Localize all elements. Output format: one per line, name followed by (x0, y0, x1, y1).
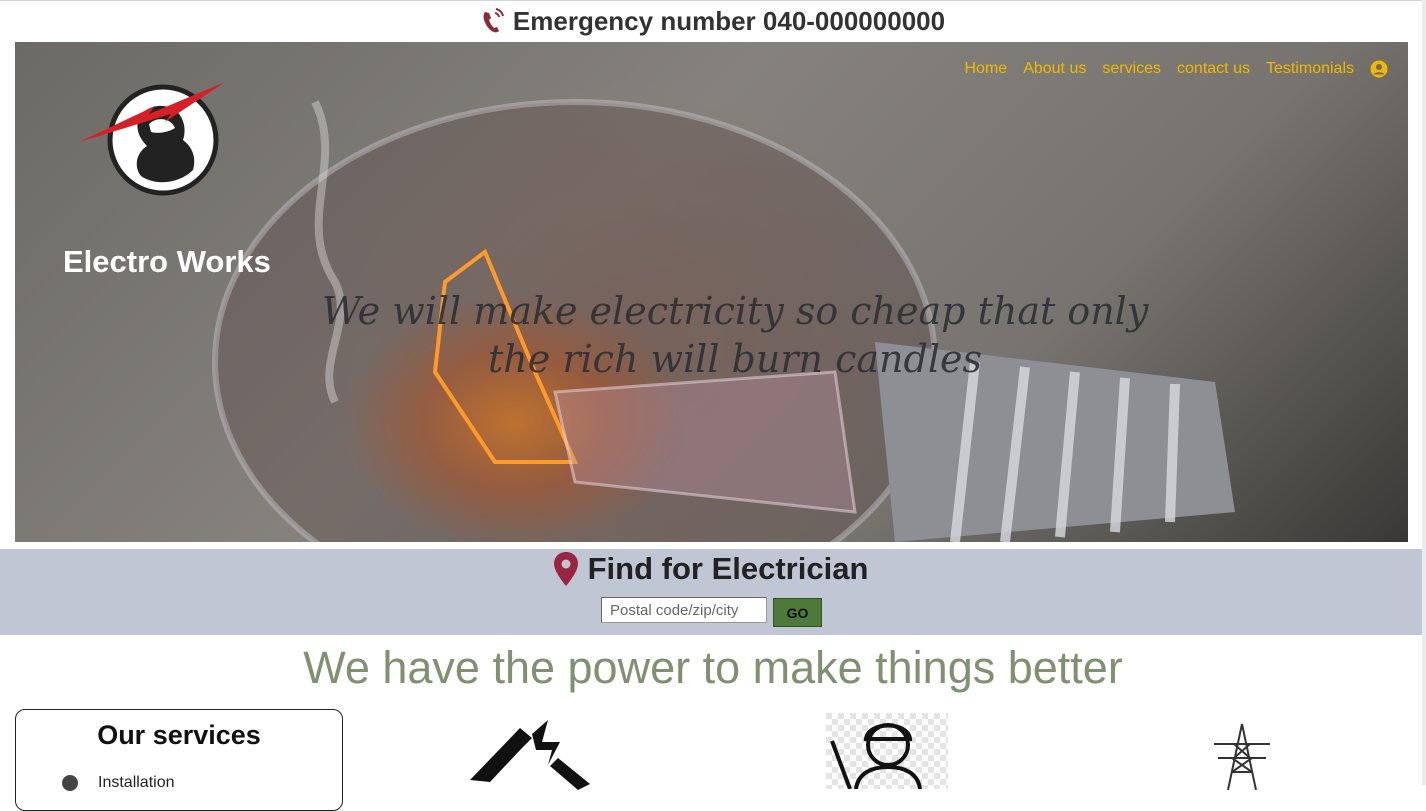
brand-name: Electro Works (63, 244, 271, 279)
nav-testimonials[interactable]: Testimonials (1266, 60, 1354, 78)
location-search-input[interactable] (601, 597, 767, 623)
phone-icon (483, 8, 504, 33)
bullet-icon (62, 775, 78, 791)
nav-home[interactable]: Home (965, 60, 1008, 78)
finder-title-row: Find for Electrician (0, 551, 1422, 587)
main-nav: Home About us services contact us Testim… (965, 60, 1389, 78)
top-border (0, 0, 1426, 1)
service-item[interactable]: Installation (62, 774, 175, 792)
nav-services[interactable]: services (1102, 60, 1161, 78)
find-electrician-section: Find for Electrician GO (0, 549, 1422, 635)
hero-quote: We will make electricity so cheap that o… (321, 289, 1149, 381)
power-tower-icon (1214, 723, 1270, 790)
services-box: Our services Installation (15, 709, 343, 811)
nav-about[interactable]: About us (1023, 60, 1086, 78)
hero-banner: Home About us services contact us Testim… (15, 42, 1408, 542)
go-button[interactable]: GO (773, 598, 822, 627)
tagline: We have the power to make things better (303, 642, 1123, 693)
electrical-house-icon (470, 720, 590, 790)
emergency-text: Emergency number 040-000000000 (512, 5, 946, 36)
emergency-bar: Emergency number 040-000000000 (0, 2, 1426, 40)
nav-contact[interactable]: contact us (1177, 60, 1250, 78)
map-pin-icon (553, 552, 578, 586)
electrician-worker-icon (826, 713, 948, 789)
service-item-label: Installation (98, 774, 175, 791)
services-title: Our services (97, 720, 261, 750)
user-circle-icon[interactable] (1370, 60, 1388, 78)
electrician-logo[interactable] (79, 78, 229, 198)
finder-title: Find for Electrician (587, 551, 869, 586)
